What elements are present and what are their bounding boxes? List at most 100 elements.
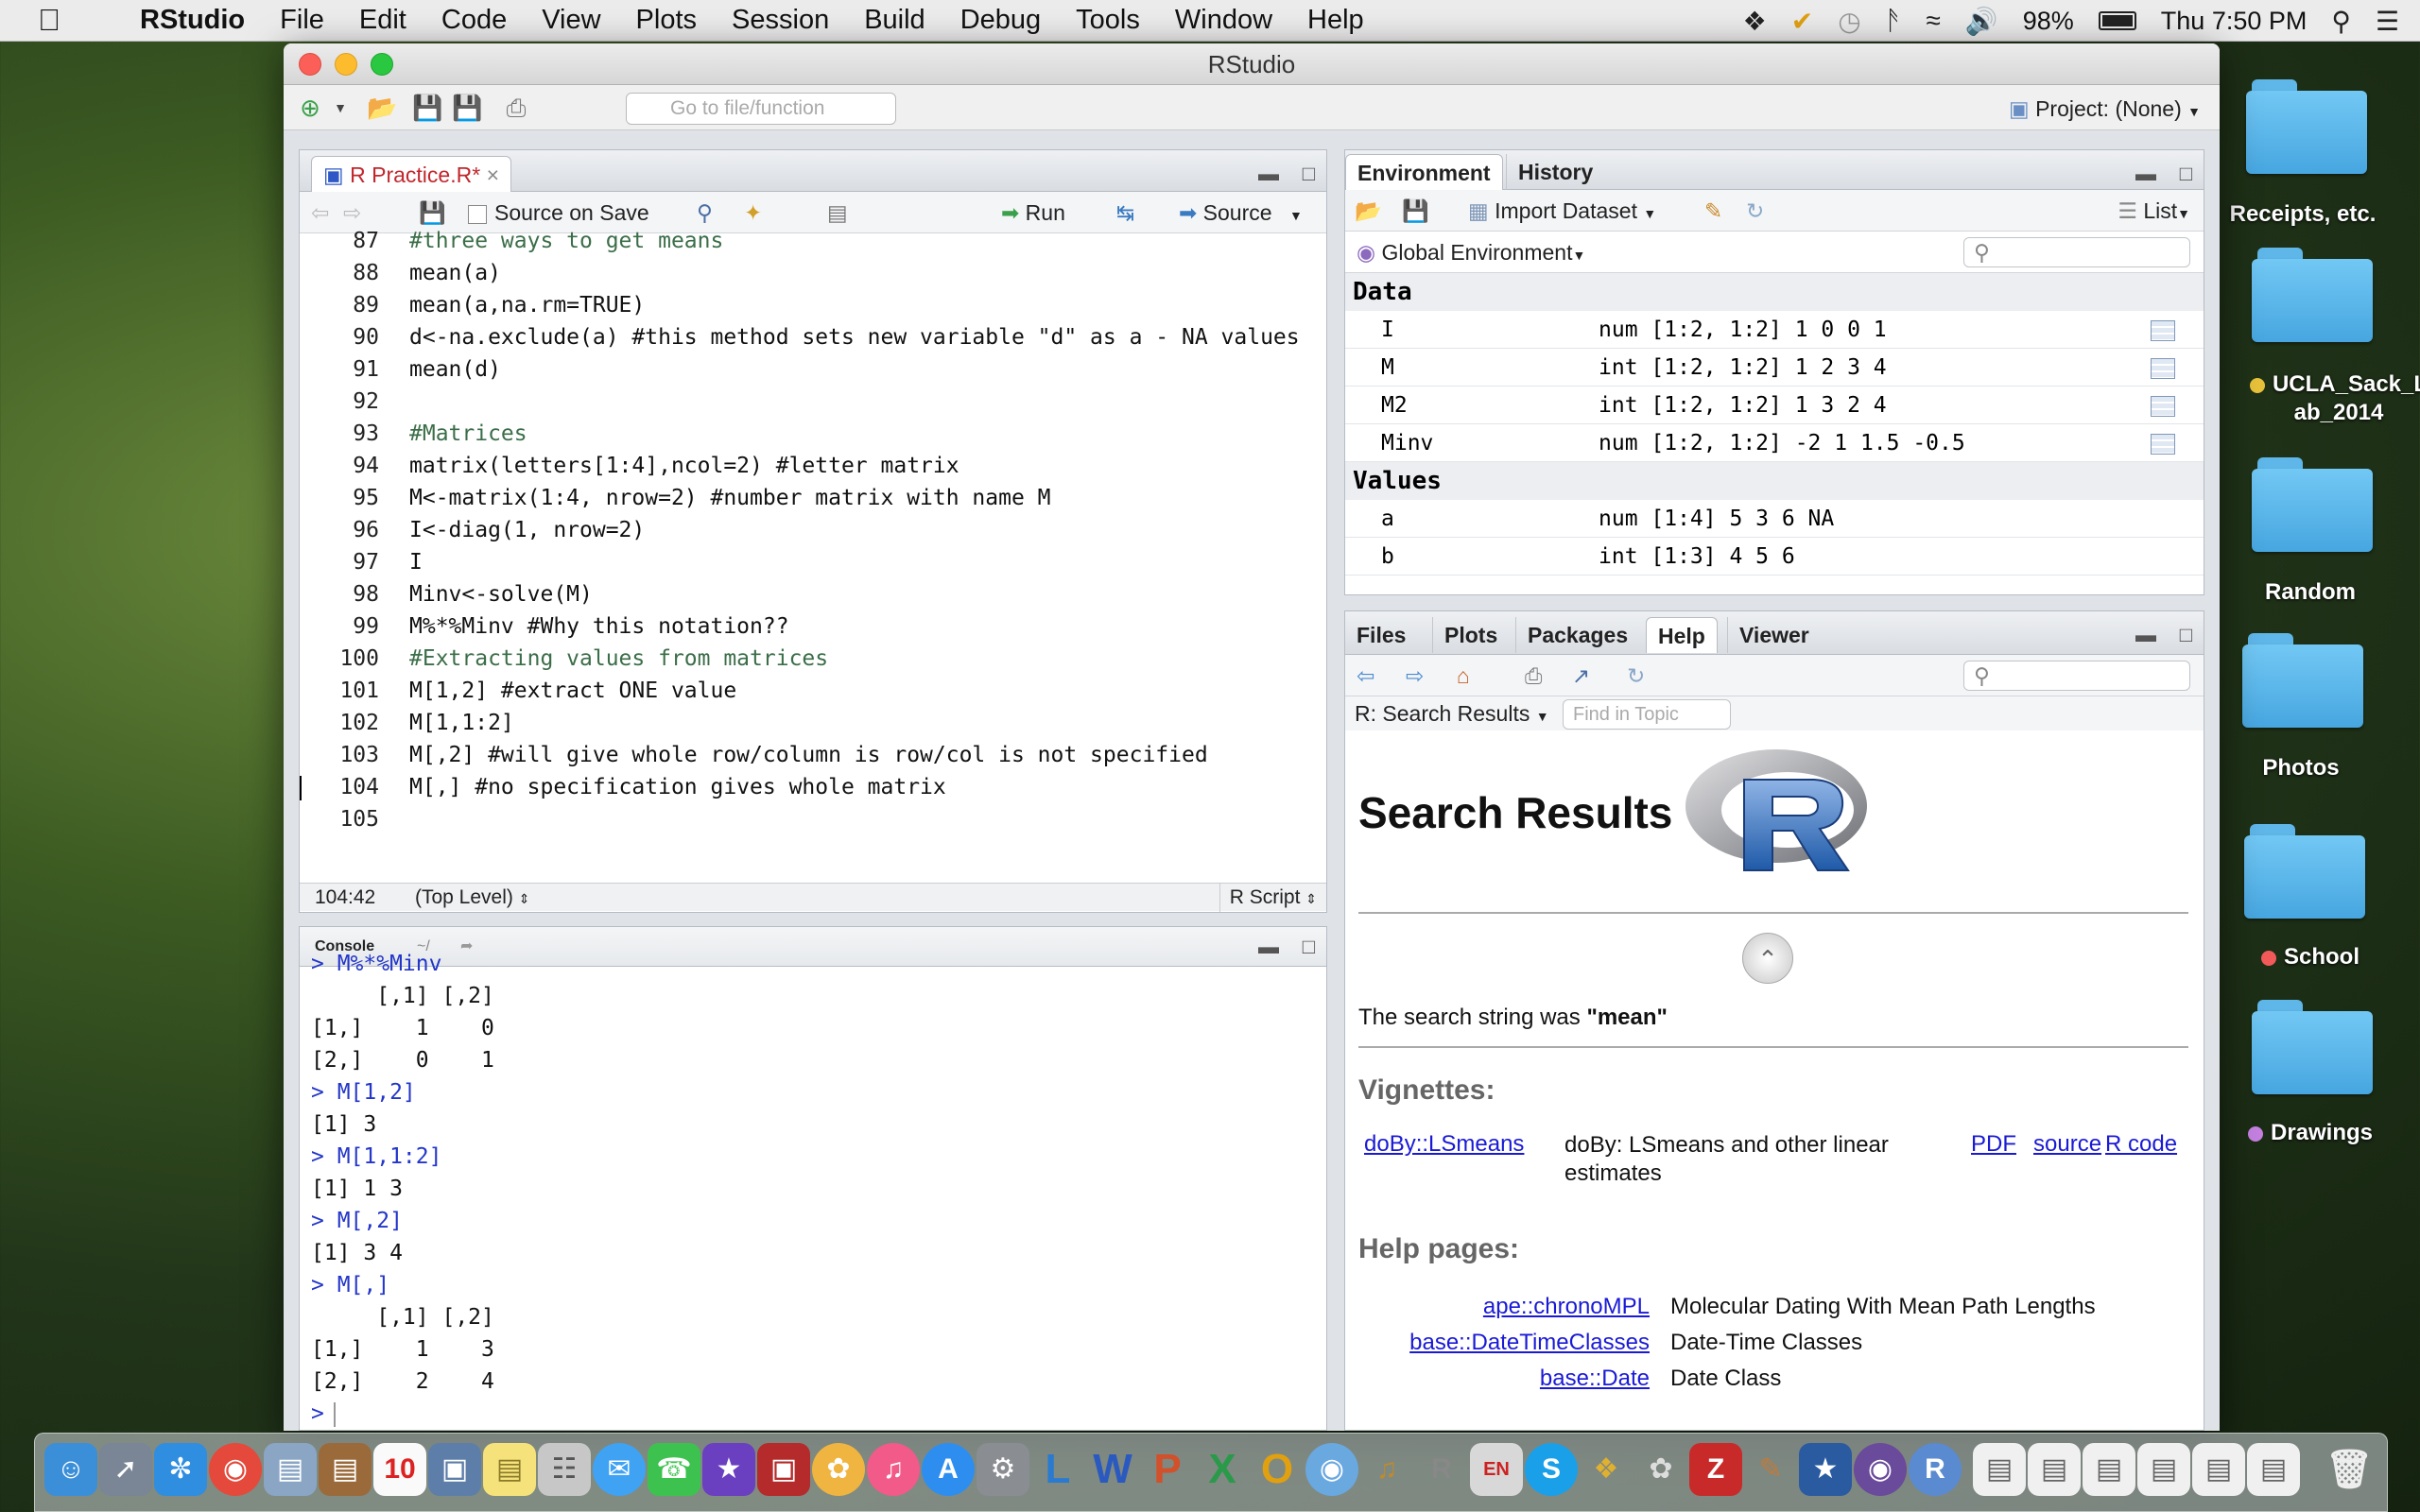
- forward-arrow-icon[interactable]: ⇨: [1406, 655, 1424, 696]
- import-dataset-button[interactable]: ▦ Import Dataset ▼: [1468, 190, 1656, 234]
- print-icon[interactable]: ⎙: [1525, 655, 1542, 696]
- preview-icon[interactable]: ▤: [264, 1443, 317, 1496]
- env-row[interactable]: Minv num [1:2, 1:2] -2 1 1.5 -0.5: [1345, 424, 2204, 462]
- filezilla-icon[interactable]: Z: [1689, 1443, 1742, 1496]
- network-globe-icon[interactable]: ◉: [1305, 1443, 1358, 1496]
- minimize-pane-icon[interactable]: ▬: [2135, 162, 2156, 186]
- photo-booth-icon[interactable]: ▣: [757, 1443, 810, 1496]
- recent-doc-icon[interactable]: ▤: [2192, 1443, 2245, 1496]
- menu-file[interactable]: File: [280, 5, 324, 36]
- dropbox-icon[interactable]: ❖: [1743, 6, 1767, 37]
- project-menu[interactable]: ▣ Project: (None) ▼: [2009, 93, 2201, 128]
- env-row[interactable]: M2 int [1:2, 1:2] 1 3 2 4: [1345, 387, 2204, 424]
- lync-icon[interactable]: L: [1031, 1443, 1084, 1496]
- tab-help[interactable]: Help: [1646, 617, 1718, 653]
- itunes-icon[interactable]: ♫: [867, 1443, 920, 1496]
- menu-window[interactable]: Window: [1175, 5, 1272, 36]
- desktop-folder-random[interactable]: [2252, 457, 2373, 552]
- open-in-window-icon[interactable]: ↗: [1572, 655, 1590, 696]
- scope-selector[interactable]: (Top Level) ⇕: [415, 884, 529, 912]
- menu-code[interactable]: Code: [441, 5, 507, 36]
- vignette-source-link[interactable]: source: [2033, 1131, 2101, 1158]
- load-workspace-icon[interactable]: 📂: [1355, 190, 1382, 232]
- tab-files[interactable]: Files: [1345, 617, 1417, 653]
- tab-environment[interactable]: Environment: [1345, 154, 1503, 190]
- print-icon[interactable]: ⎙: [501, 93, 531, 123]
- back-arrow-icon[interactable]: ⇦: [1357, 655, 1374, 696]
- maximize-pane-icon[interactable]: □: [1303, 162, 1315, 186]
- keyboard-input-icon[interactable]: EN: [1470, 1443, 1523, 1496]
- maximize-pane-icon[interactable]: □: [2180, 623, 2192, 647]
- photos-icon[interactable]: ✿: [812, 1443, 865, 1496]
- messages-icon[interactable]: ✉: [593, 1443, 646, 1496]
- desktop-folder-ucla[interactable]: [2252, 248, 2373, 342]
- menu-plots[interactable]: Plots: [636, 5, 697, 36]
- stickies-icon[interactable]: ▤: [483, 1443, 536, 1496]
- recent-doc-icon[interactable]: ▤: [2083, 1443, 2135, 1496]
- help-page-link[interactable]: ape::chronoMPL: [1483, 1294, 1650, 1320]
- find-in-topic-input[interactable]: Find in Topic: [1563, 699, 1731, 730]
- go-to-file-input[interactable]: Go to file/function: [626, 93, 896, 125]
- view-table-icon[interactable]: [2151, 358, 2175, 379]
- home-icon[interactable]: ⌂: [1457, 655, 1470, 696]
- console-output[interactable]: > M%*%Minv [,1] [,2] [1,] 1 0 [2,] 0 1 >…: [300, 952, 1326, 1430]
- system-preferences-icon[interactable]: ⚙: [977, 1443, 1029, 1496]
- battery-icon[interactable]: [2098, 11, 2136, 30]
- refresh-icon[interactable]: ↻: [1627, 655, 1645, 696]
- save-all-icon[interactable]: 💾: [452, 93, 482, 123]
- desktop-folder-drawings[interactable]: [2252, 1000, 2373, 1094]
- window-titlebar[interactable]: RStudio: [284, 43, 2220, 85]
- open-project-icon[interactable]: 📂: [367, 93, 397, 123]
- console-prompt[interactable]: >: [311, 1398, 1326, 1430]
- help-up-arrow-icon[interactable]: ⌃: [1742, 933, 1793, 984]
- close-tab-icon[interactable]: ×: [487, 163, 499, 187]
- github-icon[interactable]: ◉: [1854, 1443, 1907, 1496]
- code-area[interactable]: 87 #three ways to get means 88 mean(a) 89 m…: [300, 229, 1326, 832]
- recent-doc-icon[interactable]: ▤: [2137, 1443, 2190, 1496]
- view-table-icon[interactable]: [2151, 434, 2175, 455]
- finder-icon[interactable]: ☺: [44, 1443, 97, 1496]
- launchpad-icon[interactable]: ➚: [99, 1443, 152, 1496]
- desktop-folder-school[interactable]: [2244, 824, 2365, 919]
- vignette-pdf-link[interactable]: PDF: [1971, 1131, 2016, 1158]
- menu-help[interactable]: Help: [1307, 5, 1364, 36]
- menu-build[interactable]: Build: [864, 5, 925, 36]
- new-file-dropdown-icon[interactable]: ▼: [325, 93, 355, 123]
- system-info-icon[interactable]: ☷: [538, 1443, 591, 1496]
- tab-history[interactable]: History: [1506, 154, 1604, 190]
- recent-doc-icon[interactable]: ▤: [2247, 1443, 2300, 1496]
- r-gray-icon[interactable]: R: [1415, 1443, 1468, 1496]
- menu-app-name[interactable]: RStudio: [140, 5, 245, 36]
- help-topic-dropdown[interactable]: R: Search Results ▼: [1355, 696, 1549, 733]
- instrument-icon[interactable]: ♫: [1360, 1443, 1413, 1496]
- zotero-icon[interactable]: ✎: [1744, 1443, 1797, 1496]
- tab-packages[interactable]: Packages: [1515, 617, 1639, 653]
- refresh-icon[interactable]: ↻: [1746, 190, 1764, 232]
- minimize-pane-icon[interactable]: ▬: [1258, 162, 1279, 186]
- tasks-check-icon[interactable]: ✔: [1791, 6, 1813, 37]
- help-page-link[interactable]: base::Date: [1540, 1366, 1650, 1392]
- env-row[interactable]: a num [1:4] 5 3 6 NA: [1345, 500, 2204, 538]
- skype-icon[interactable]: S: [1525, 1443, 1578, 1496]
- code-tools-wand-icon[interactable]: ✦: [744, 192, 762, 233]
- menu-session[interactable]: Session: [732, 5, 829, 36]
- tab-plots[interactable]: Plots: [1432, 617, 1509, 653]
- save-icon[interactable]: 💾: [412, 93, 442, 123]
- file-type-selector[interactable]: R Script ⇕: [1219, 884, 1317, 912]
- textwrangler-icon[interactable]: ❖: [1580, 1443, 1633, 1496]
- apple-menu-icon[interactable]: : [38, 3, 76, 38]
- chevron-down-icon[interactable]: ▼: [1289, 208, 1303, 223]
- help-search-input[interactable]: ⚲: [1963, 661, 2190, 691]
- minimize-window-button[interactable]: [335, 53, 357, 76]
- env-row[interactable]: Mint [1:2, 1:2] 1 2 3 4: [1345, 349, 2204, 387]
- env-row[interactable]: b int [1:3] 4 5 6: [1345, 538, 2204, 576]
- rerun-icon[interactable]: ↹: [1116, 192, 1134, 233]
- clear-broom-icon[interactable]: ✎: [1704, 190, 1722, 232]
- menu-edit[interactable]: Edit: [359, 5, 406, 36]
- time-machine-icon[interactable]: ◷: [1838, 6, 1860, 37]
- spotlight-search-icon[interactable]: ⚲: [2331, 6, 2351, 37]
- view-mode-dropdown[interactable]: ☰ List▼: [2118, 190, 2190, 234]
- notes-book-icon[interactable]: ▤: [319, 1443, 372, 1496]
- new-file-icon[interactable]: ⊕: [295, 93, 325, 123]
- app-store-icon[interactable]: A: [922, 1443, 975, 1496]
